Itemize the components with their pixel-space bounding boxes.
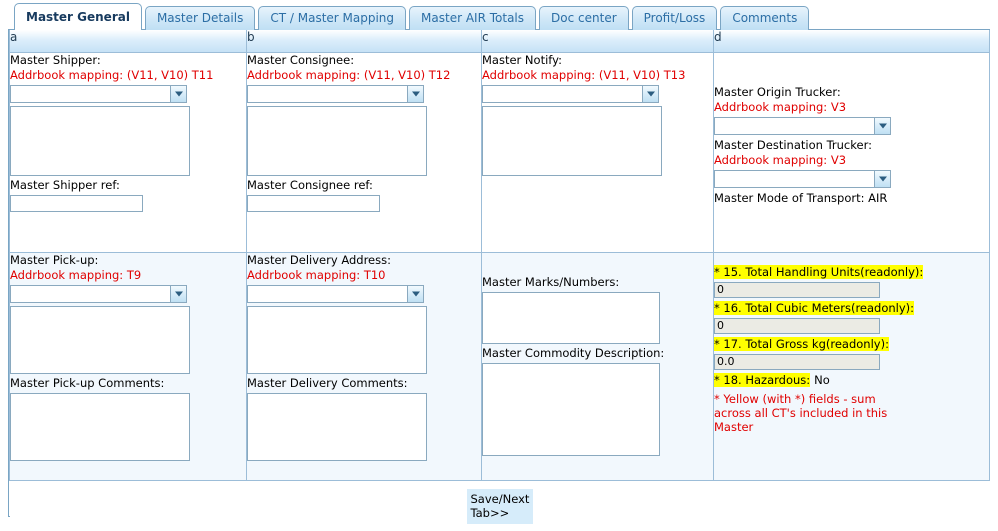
master-marks-cell: Master Marks/Numbers: Master Commodity D…: [481, 252, 714, 481]
master-notify-select-value: [482, 84, 642, 103]
master-destination-trucker-select-value: [714, 169, 874, 188]
master-consignee-cell: Master Consignee: Addrbook mapping: (V11…: [246, 52, 482, 253]
master-consignee-select[interactable]: [247, 84, 424, 103]
tab-master-air-totals[interactable]: Master AIR Totals: [409, 6, 537, 30]
master-shipper-select-value: [10, 84, 170, 103]
tab-bar: Master General Master Details CT / Maste…: [0, 0, 998, 30]
tab-comments[interactable]: Comments: [720, 6, 810, 30]
master-pickup-select-value: [10, 284, 170, 303]
save-button-wrapper: Save/Next Tab>>: [10, 481, 990, 524]
master-shipper-ref-label: Master Shipper ref:: [10, 177, 120, 192]
parties-row: Master Shipper: Addrbook mapping: (V11, …: [9, 52, 990, 253]
master-delivery-comments-label: Master Delivery Comments:: [247, 375, 408, 390]
yellow-fields-note: * Yellow (with *) fields - sum across al…: [714, 391, 888, 434]
master-shipper-select[interactable]: [10, 84, 187, 103]
master-shipper-mapping: Addrbook mapping: (V11, V10) T11: [10, 67, 214, 82]
master-notify-cell: Master Notify: Addrbook mapping: (V11, V…: [481, 52, 714, 253]
logistics-row: Master Pick-up: Addrbook mapping: T9 Mas…: [9, 252, 990, 481]
form-grid: a b c d Master Shipper: Addrbook mapping…: [9, 30, 990, 531]
master-consignee-address[interactable]: [247, 105, 427, 176]
total-cubic-meters-value: 0: [714, 317, 880, 334]
tab-doc-center[interactable]: Doc center: [539, 6, 629, 30]
totals-spacer: [714, 253, 989, 265]
master-origin-trucker-mapping: Addrbook mapping: V3: [714, 99, 847, 114]
tab-profit-loss[interactable]: Profit/Loss: [631, 6, 718, 30]
master-shipper-ref-input[interactable]: [10, 194, 143, 212]
master-notify-label: Master Notify:: [482, 52, 562, 67]
master-general-panel: a b c d Master Shipper: Addrbook mapping…: [8, 29, 990, 531]
hazardous-row: * 18. Hazardous: No: [714, 372, 989, 388]
master-destination-trucker-select[interactable]: [714, 169, 891, 188]
total-gross-kg-label: * 17. Total Gross kg(readonly):: [714, 336, 889, 351]
master-pickup-cell: Master Pick-up: Addrbook mapping: T9 Mas…: [9, 252, 247, 481]
total-cubic-meters-label: * 16. Total Cubic Meters(readonly):: [714, 300, 915, 315]
footer-cell: Save/Next Tab>>: [9, 480, 990, 531]
master-notify-select[interactable]: [482, 84, 659, 103]
master-consignee-label: Master Consignee:: [247, 52, 355, 67]
master-totals-cell: * 15. Total Handling Units(readonly): 0 …: [713, 252, 990, 481]
master-delivery-cell: Master Delivery Address: Addrbook mappin…: [246, 252, 482, 481]
column-header-c: c: [481, 30, 714, 53]
chevron-down-icon[interactable]: [874, 169, 891, 188]
chevron-down-icon[interactable]: [407, 84, 424, 103]
master-destination-trucker-mapping: Addrbook mapping: V3: [714, 152, 847, 167]
master-consignee-mapping: Addrbook mapping: (V11, V10) T12: [247, 67, 451, 82]
save-next-tab-button[interactable]: Save/Next Tab>>: [466, 488, 533, 524]
master-delivery-address[interactable]: [247, 305, 427, 374]
chevron-down-icon[interactable]: [170, 84, 187, 103]
master-shipper-cell: Master Shipper: Addrbook mapping: (V11, …: [9, 52, 247, 253]
column-header-d: d: [713, 30, 990, 53]
column-header-b: b: [246, 30, 482, 53]
master-destination-trucker-label: Master Destination Trucker:: [714, 137, 872, 152]
master-notify-mapping: Addrbook mapping: (V11, V10) T13: [482, 67, 686, 82]
master-mode-of-transport: Master Mode of Transport: AIR: [714, 190, 888, 205]
tab-master-details[interactable]: Master Details: [144, 6, 256, 30]
master-pickup-comments[interactable]: [10, 392, 190, 461]
master-delivery-mapping: Addrbook mapping: T10: [247, 267, 386, 282]
column-header-row: a b c d: [9, 30, 990, 53]
hazardous-label: * 18. Hazardous:: [714, 372, 811, 387]
master-pickup-label: Master Pick-up:: [10, 252, 99, 267]
total-gross-kg-value: 0.0: [714, 353, 880, 370]
master-delivery-comments[interactable]: [247, 392, 427, 461]
hazardous-value: No: [814, 372, 830, 387]
master-consignee-ref-label: Master Consignee ref:: [247, 177, 373, 192]
master-origin-trucker-label: Master Origin Trucker:: [714, 84, 841, 99]
marks-spacer: [482, 253, 713, 275]
master-origin-trucker-select-value: [714, 116, 874, 135]
master-marks-label: Master Marks/Numbers:: [482, 274, 620, 289]
footer-row: Save/Next Tab>>: [9, 480, 990, 531]
total-handling-units-value: 0: [714, 281, 880, 298]
master-delivery-label: Master Delivery Address:: [247, 252, 391, 267]
total-handling-units-label: * 15. Total Handling Units(readonly):: [714, 264, 924, 279]
master-pickup-select[interactable]: [10, 284, 187, 303]
tab-master-general[interactable]: Master General: [14, 3, 142, 30]
chevron-down-icon[interactable]: [642, 84, 659, 103]
chevron-down-icon[interactable]: [407, 284, 424, 303]
master-notify-address[interactable]: [482, 105, 662, 176]
master-truckers-cell: Master Origin Trucker: Addrbook mapping:…: [713, 52, 990, 253]
master-origin-trucker-select[interactable]: [714, 116, 891, 135]
master-delivery-select[interactable]: [247, 284, 424, 303]
column-header-a: a: [9, 30, 247, 53]
master-consignee-select-value: [247, 84, 407, 103]
master-commodity-input[interactable]: [482, 362, 660, 456]
master-pickup-mapping: Addrbook mapping: T9: [10, 267, 142, 282]
master-commodity-label: Master Commodity Description:: [482, 345, 665, 360]
chevron-down-icon[interactable]: [170, 284, 187, 303]
master-delivery-select-value: [247, 284, 407, 303]
truckers-spacer: [714, 53, 989, 85]
master-shipper-address[interactable]: [10, 105, 190, 176]
master-pickup-comments-label: Master Pick-up Comments:: [10, 375, 165, 390]
master-marks-input[interactable]: [482, 291, 660, 344]
chevron-down-icon[interactable]: [874, 116, 891, 135]
master-shipper-label: Master Shipper:: [10, 52, 101, 67]
tab-ct-master-mapping[interactable]: CT / Master Mapping: [258, 6, 407, 30]
master-pickup-address[interactable]: [10, 305, 190, 374]
master-consignee-ref-input[interactable]: [247, 194, 380, 212]
